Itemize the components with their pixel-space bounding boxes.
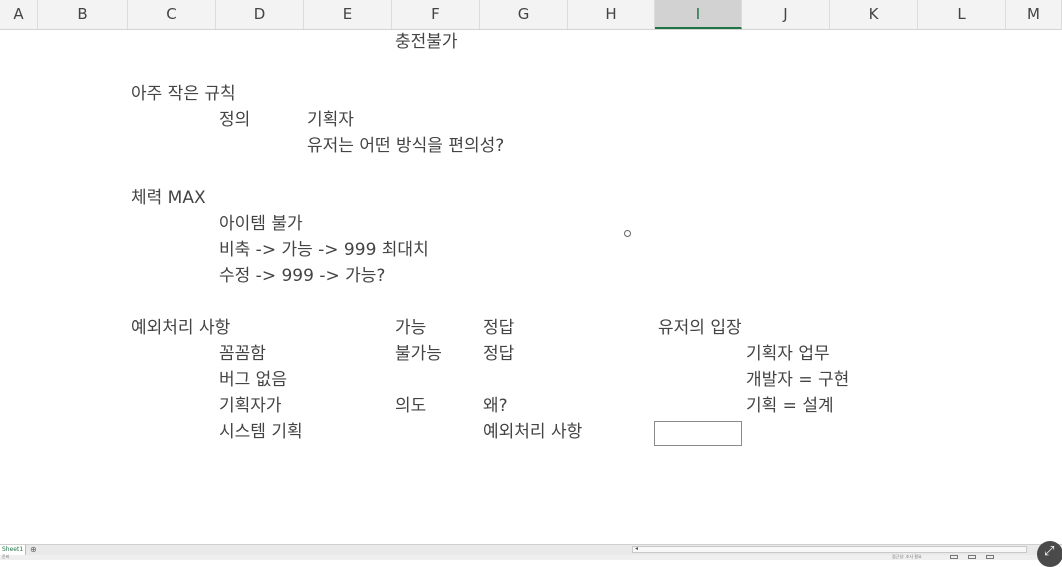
- spreadsheet-grid[interactable]: 충전불가 아주 작은 규칙 정의 기획자 유저는 어떤 방식을 편의성? 체력 …: [0, 30, 1062, 544]
- cell-d8[interactable]: 아이템 불가: [219, 213, 303, 235]
- cell-g16[interactable]: 예외처리 사항: [483, 421, 582, 443]
- cell-f13[interactable]: 불가능: [395, 343, 442, 365]
- cell-c7[interactable]: 체력 MAX: [131, 187, 206, 209]
- add-sheet-icon[interactable]: ⊕: [30, 545, 37, 555]
- cell-d15[interactable]: 기획자가: [219, 395, 282, 417]
- column-header-e[interactable]: E: [304, 0, 392, 29]
- cell-e5[interactable]: 유저는 어떤 방식을 편의성?: [307, 135, 504, 157]
- column-header-b[interactable]: B: [38, 0, 128, 29]
- column-header-c[interactable]: C: [128, 0, 216, 29]
- column-header-j[interactable]: J: [742, 0, 830, 29]
- status-ready-text: 준비: [2, 554, 10, 559]
- cell-d4[interactable]: 정의: [219, 109, 250, 131]
- column-header-m[interactable]: M: [1006, 0, 1062, 29]
- status-bar: 준비 접근성: 조사 필요: [0, 554, 1062, 560]
- cell-d13[interactable]: 꼼꼼함: [219, 343, 266, 365]
- cell-i12[interactable]: 유저의 입장: [658, 317, 742, 339]
- horizontal-scrollbar[interactable]: ◂: [632, 545, 1027, 553]
- column-header-a[interactable]: A: [0, 0, 38, 29]
- column-header-h[interactable]: H: [568, 0, 655, 29]
- cell-d14[interactable]: 버그 없음: [219, 369, 287, 391]
- active-cell-i16[interactable]: [654, 421, 742, 446]
- cell-d16[interactable]: 시스템 기획: [219, 421, 303, 443]
- cell-c3[interactable]: 아주 작은 규칙: [131, 83, 236, 105]
- cell-e4[interactable]: 기획자: [307, 109, 354, 131]
- column-header-i[interactable]: I: [655, 0, 742, 29]
- column-header-k[interactable]: K: [830, 0, 918, 29]
- cell-j13[interactable]: 기획자 업무: [746, 343, 830, 365]
- zoom-control-button[interactable]: ⤢: [1037, 541, 1062, 567]
- column-header-bar: A B C D E F G H I J K L M: [0, 0, 1062, 30]
- cell-f15[interactable]: 의도: [395, 395, 426, 417]
- page-break-view-icon[interactable]: [986, 555, 994, 559]
- cell-f1[interactable]: 충전불가: [395, 31, 458, 53]
- cell-d10[interactable]: 수정 -> 999 -> 가능?: [219, 265, 385, 287]
- cell-g12[interactable]: 정답: [483, 317, 514, 339]
- column-header-f[interactable]: F: [392, 0, 480, 29]
- mouse-cursor-icon: [624, 230, 631, 237]
- column-header-g[interactable]: G: [480, 0, 568, 29]
- column-header-d[interactable]: D: [216, 0, 304, 29]
- cell-c12[interactable]: 예외처리 사항: [131, 317, 230, 339]
- expand-icon: ⤢: [1044, 544, 1055, 559]
- cell-d9[interactable]: 비축 -> 가능 -> 999 최대치: [219, 239, 429, 261]
- cell-j15[interactable]: 기획 = 설계: [746, 395, 834, 417]
- cell-j14[interactable]: 개발자 = 구현: [746, 369, 849, 391]
- column-header-l[interactable]: L: [918, 0, 1006, 29]
- cell-g13[interactable]: 정답: [483, 343, 514, 365]
- cell-f12[interactable]: 가능: [395, 317, 426, 339]
- normal-view-icon[interactable]: [950, 555, 958, 559]
- cell-g15[interactable]: 왜?: [483, 395, 508, 417]
- scroll-left-icon[interactable]: ◂: [635, 545, 638, 552]
- page-layout-view-icon[interactable]: [968, 555, 976, 559]
- accessibility-status[interactable]: 접근성: 조사 필요: [892, 554, 922, 560]
